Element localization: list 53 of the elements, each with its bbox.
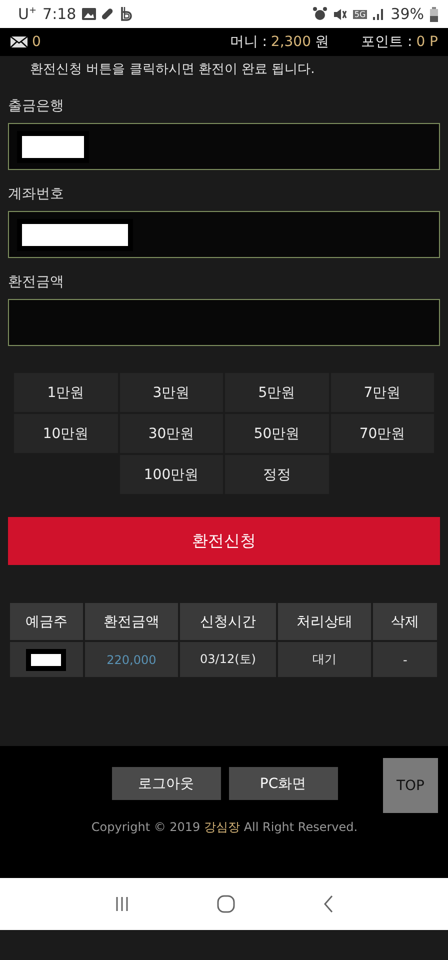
column-header: 삭제	[373, 603, 437, 640]
table-cell: 대기	[278, 642, 372, 677]
footer-button[interactable]: PC화면	[228, 767, 338, 800]
table-cell: 220,000	[84, 642, 178, 677]
mail-icon[interactable]	[10, 36, 28, 48]
table-cell: -	[373, 642, 437, 677]
column-header: 신청시간	[180, 603, 276, 640]
recent-apps-icon[interactable]	[114, 896, 130, 912]
amount-button[interactable]: 10만원	[14, 414, 118, 453]
home-icon[interactable]	[216, 895, 235, 913]
carrier-label: U$^{+}$	[18, 5, 37, 23]
b-logo-icon	[120, 7, 132, 21]
amount-button[interactable]: 3만원	[120, 373, 223, 412]
table-cell: 03/12(토)	[180, 642, 276, 677]
input-field[interactable]	[8, 123, 440, 170]
message-count: 0	[32, 34, 41, 50]
field-label: 환전금액	[8, 273, 65, 289]
money-label: 머니 :	[230, 33, 267, 51]
battery-percent: 39%	[390, 5, 424, 23]
battery-icon	[430, 6, 438, 22]
column-header: 예금주	[10, 603, 83, 640]
amount-button[interactable]: 1만원	[14, 373, 118, 412]
points-label: 포인트 :	[361, 33, 412, 51]
signal-icon	[372, 8, 385, 20]
top-button[interactable]: TOP	[383, 758, 438, 813]
copyright-text: Copyright © 2019 강심장 All Right Reserved.	[90, 819, 359, 836]
column-header: 환전금액	[84, 603, 178, 640]
alarm-icon	[313, 7, 328, 21]
points-amount: 0 P	[416, 34, 438, 50]
submit-button[interactable]: 환전신청	[8, 517, 440, 565]
input-field[interactable]	[8, 211, 440, 258]
redaction-mark	[17, 130, 89, 162]
amount-button[interactable]: 7만원	[330, 373, 434, 412]
notice-text: 환전신청 버튼을 클릭하시면 환전이 완료 됩니다.	[29, 61, 316, 79]
input-field[interactable]	[8, 299, 440, 346]
field-label: 계좌번호	[8, 185, 65, 201]
back-icon[interactable]	[322, 895, 334, 913]
clock-time: 7:18	[42, 5, 76, 23]
mute-icon	[333, 8, 348, 20]
money-amount: 2,300	[270, 34, 312, 50]
pill-icon	[102, 8, 114, 20]
amount-button[interactable]: 5만원	[225, 373, 328, 412]
field-label: 출금은행	[8, 97, 65, 113]
network-label: 5G	[353, 10, 367, 18]
amount-button[interactable]: 30만원	[120, 414, 223, 453]
image-icon	[82, 8, 96, 20]
amount-button[interactable]: 정정	[225, 455, 328, 494]
amount-button[interactable]: 50만원	[225, 414, 328, 453]
amount-button[interactable]: 100만원	[120, 455, 223, 494]
money-unit: 원	[315, 33, 330, 51]
footer-button[interactable]: 로그아웃	[112, 767, 220, 800]
amount-button[interactable]: 70만원	[330, 414, 434, 453]
column-header: 처리상태	[278, 603, 372, 640]
